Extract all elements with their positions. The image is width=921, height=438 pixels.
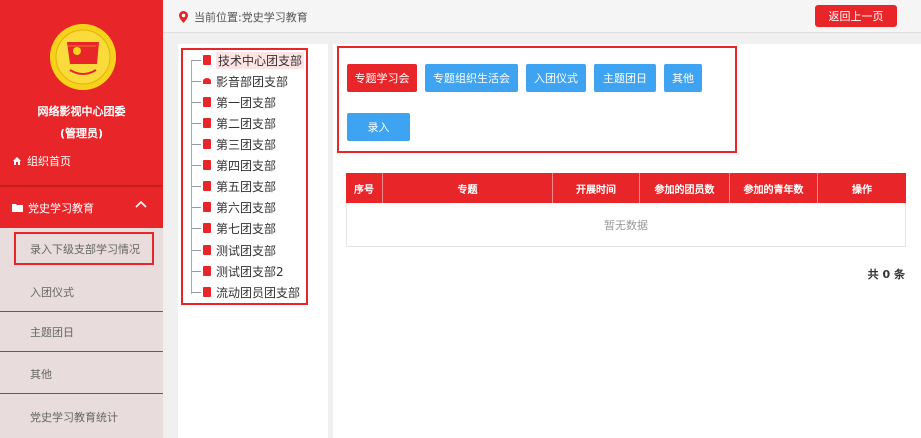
sidebar-item-induction[interactable]: 入团仪式 [0, 272, 163, 312]
col-actions: 操作 [852, 184, 872, 196]
tree-branch-line [192, 227, 201, 229]
theme-day-button[interactable]: 主题团日 [594, 64, 656, 92]
col-youth: 参加的青年数 [730, 173, 818, 203]
table-header: 序号 专题 开展时间 参加的团员数 参加的青年数 操作 [346, 173, 906, 203]
col-index: 序号 [346, 173, 383, 203]
tree-branch-line [192, 80, 201, 82]
document-icon [203, 55, 211, 65]
tree-item-label: 第七团支部 [216, 221, 277, 236]
tree-item[interactable]: 测试团支部2 [192, 261, 284, 281]
tree-item-label: 第一团支部 [216, 95, 277, 110]
tree-item-label: 第三团支部 [216, 137, 277, 152]
tree-item[interactable]: 第四团支部 [192, 155, 276, 175]
tree-item-label: 流动团员团支部 [216, 285, 301, 300]
tree-branch-line [192, 164, 201, 166]
nav-group-label: 党史学习教育 [28, 201, 94, 215]
tree-item[interactable]: 第二团支部 [192, 113, 276, 133]
document-icon [203, 118, 211, 128]
tree-branch-line [192, 270, 201, 272]
col-members: 参加的团员数 [640, 173, 730, 203]
document-icon [203, 160, 211, 170]
sidebar: 网络影视中心团委 (管理员) 组织首页 党史学习教育 录入下级支部学习情况 入团… [0, 0, 163, 438]
tree-branch-line [192, 143, 201, 145]
topic-study-button[interactable]: 专题学习会 [347, 64, 417, 92]
tree-item-label: 第五团支部 [216, 179, 277, 194]
location-pin-icon [179, 11, 188, 23]
tree-item[interactable]: 第六团支部 [192, 197, 276, 217]
tree-branch-line [192, 249, 201, 251]
document-icon [203, 181, 211, 191]
document-icon [203, 202, 211, 212]
nav-home-label: 组织首页 [27, 155, 71, 168]
breadcrumb: 当前位置:党史学习教育 [179, 9, 308, 25]
tree-item-label: 第二团支部 [216, 116, 277, 131]
tree-item[interactable]: 第一团支部 [192, 92, 276, 112]
tree-item[interactable]: 第三团支部 [192, 134, 276, 154]
tree-branch-line [192, 122, 201, 124]
tree-item-label: 影音部团支部 [216, 74, 289, 89]
sidebar-item-other[interactable]: 其他 [0, 354, 163, 394]
tree-item-label: 测试团支部 [216, 243, 277, 258]
col-date: 开展时间 [553, 173, 640, 203]
tree-item[interactable]: 影音部团支部 [192, 71, 288, 91]
induction-button[interactable]: 入团仪式 [526, 64, 586, 92]
nav-group-party-history[interactable]: 党史学习教育 [0, 187, 163, 228]
document-icon [203, 223, 211, 233]
folder-icon [12, 204, 23, 212]
tree-item-label: 测试团支部2 [216, 264, 284, 279]
tree-branch-line [192, 101, 201, 103]
tree-item[interactable]: 测试团支部 [192, 240, 276, 260]
tree-item[interactable]: 技术中心团支部 [192, 50, 305, 70]
other-button[interactable]: 其他 [664, 64, 702, 92]
org-name: 网络影视中心团委 [37, 105, 126, 118]
tree-item[interactable]: 第五团支部 [192, 176, 276, 196]
back-button[interactable]: 返回上一页 [815, 5, 897, 27]
tree-branch-line [192, 206, 201, 208]
tree-item[interactable]: 第七团支部 [192, 218, 276, 238]
empty-message: 暂无数据 [346, 203, 906, 247]
user-role: (管理员) [59, 127, 104, 140]
records-table: 序号 专题 开展时间 参加的团员数 参加的青年数 操作 暂无数据 [346, 173, 906, 247]
document-icon [203, 266, 211, 276]
total-count: 共 0 条 [867, 268, 905, 281]
tree-branch-line [192, 185, 201, 187]
enter-button[interactable]: 录入 [347, 113, 410, 141]
sidebar-item-enter-study[interactable]: 录入下级支部学习情况 [14, 232, 154, 265]
tree-item-label: 第四团支部 [216, 158, 277, 173]
nav-home[interactable]: 组织首页 [12, 153, 71, 169]
open-folder-icon [203, 78, 211, 84]
sidebar-item-statistics[interactable]: 党史学习教育统计 [0, 397, 163, 437]
tree-item-label: 技术中心团支部 [216, 51, 305, 69]
home-icon [13, 157, 21, 165]
tree-branch-line [192, 59, 201, 61]
sidebar-header: 网络影视中心团委 (管理员) 组织首页 [0, 0, 163, 187]
col-topic: 专题 [383, 173, 553, 203]
top-bar: 当前位置:党史学习教育 返回上一页 [163, 0, 921, 33]
document-icon [203, 97, 211, 107]
league-logo [50, 24, 116, 90]
document-icon [203, 287, 211, 297]
breadcrumb-text: 当前位置:党史学习教育 [194, 11, 308, 24]
chevron-up-icon[interactable] [135, 200, 147, 208]
sidebar-item-theme-day[interactable]: 主题团日 [0, 312, 163, 352]
document-icon [203, 245, 211, 255]
tree-item-label: 第六团支部 [216, 200, 277, 215]
tree-branch-line [192, 291, 201, 293]
topic-life-meeting-button[interactable]: 专题组织生活会 [425, 64, 518, 92]
document-icon [203, 139, 211, 149]
tree-item[interactable]: 流动团员团支部 [192, 282, 300, 302]
